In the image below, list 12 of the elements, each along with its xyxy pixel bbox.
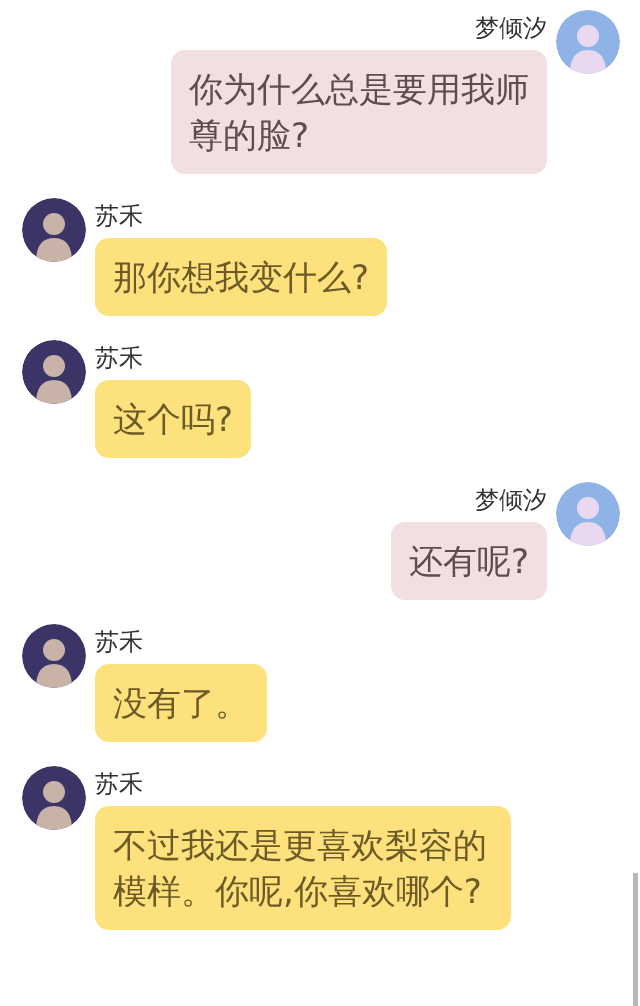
- message-bubble: 你为什么总是要用我师尊的脸?: [171, 50, 547, 174]
- message-bubble: 没有了。: [95, 664, 267, 742]
- message-bubble: 那你想我变什么?: [95, 238, 388, 316]
- message-bubble: 这个吗?: [95, 380, 252, 458]
- message-bubble: 不过我还是更喜欢梨容的模样。你呢,你喜欢哪个?: [95, 806, 511, 930]
- sender-name: 苏禾: [95, 343, 143, 374]
- sender-name: 苏禾: [95, 627, 143, 658]
- sender-name: 苏禾: [95, 769, 143, 800]
- sender-name: 梦倾汐: [475, 485, 547, 516]
- message-bubble: 还有呢?: [390, 522, 547, 600]
- sender-name: 苏禾: [95, 201, 143, 232]
- sender-name: 梦倾汐: [475, 13, 547, 44]
